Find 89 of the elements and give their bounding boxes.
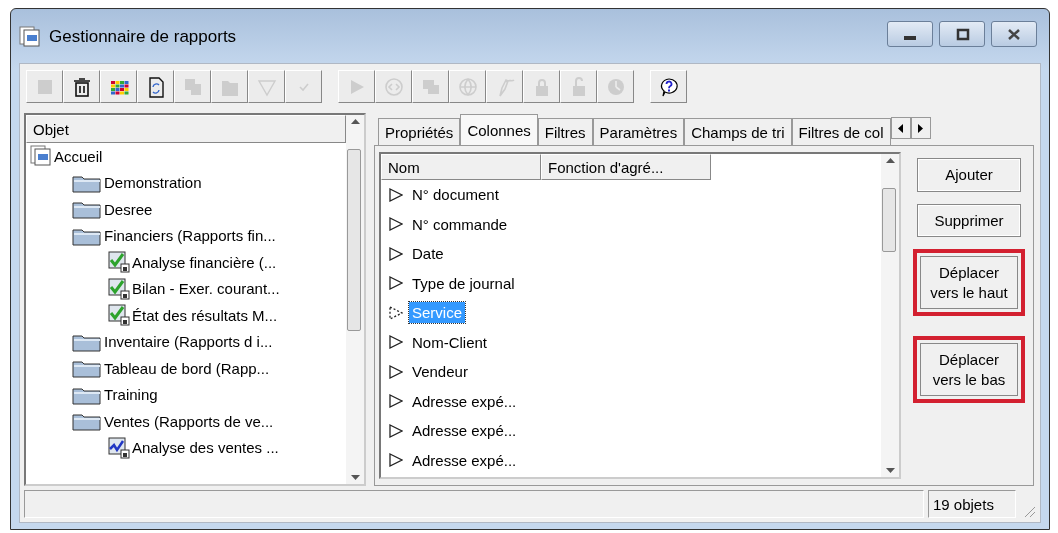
tree-item[interactable]: Demonstration <box>26 169 346 196</box>
tree-item[interactable]: Bilan - Exer. courant... <box>26 275 346 302</box>
toolbar-button[interactable] <box>650 70 687 103</box>
triangle-icon <box>389 364 403 379</box>
tree-item[interactable]: Ventes (Rapports de ve... <box>26 408 346 435</box>
tab[interactable]: Filtres <box>537 118 593 145</box>
scroll-thumb[interactable] <box>347 149 361 331</box>
list-item[interactable]: Vendeur <box>381 357 881 387</box>
status-count: 19 objets <box>928 490 1016 518</box>
left-arrow-icon <box>898 123 904 133</box>
folder-icon <box>72 411 102 432</box>
report-check-icon <box>108 277 130 300</box>
close-icon <box>1006 26 1022 42</box>
tab[interactable]: Filtres de col <box>791 118 891 145</box>
triangle-icon <box>389 423 403 438</box>
column-header[interactable]: Objet <box>26 115 346 143</box>
scroll-down-icon <box>350 475 360 480</box>
tree-item-label: Demonstration <box>104 174 202 192</box>
tab[interactable]: Propriétés <box>378 118 461 145</box>
tree-item-label: État des résultats M... <box>132 306 278 324</box>
checkmark-icon <box>298 81 309 92</box>
action-button[interactable]: Déplacer vers le haut <box>913 249 1025 316</box>
triangle-icon <box>389 246 403 261</box>
window-title: Gestionnaire de rapports <box>49 27 238 47</box>
action-button[interactable]: Ajouter <box>917 158 1021 192</box>
action-button[interactable]: Déplacer vers le bas <box>913 336 1025 403</box>
list-item[interactable]: N° document <box>381 180 881 210</box>
list-item[interactable]: Nom-Client <box>381 327 881 357</box>
tab-scroll-right-button[interactable] <box>910 117 931 139</box>
list-item[interactable]: Date <box>381 239 881 269</box>
triangle-icon <box>389 453 403 468</box>
globe-icon <box>456 75 479 98</box>
list-item[interactable]: Adresse expé... <box>381 445 881 475</box>
list-item[interactable]: Adresse expé... <box>381 386 881 416</box>
tree-item[interactable]: Desree <box>26 196 346 223</box>
tree-item-label: Financiers (Rapports fin... <box>104 227 276 245</box>
list-item[interactable]: Type de journal <box>381 268 881 298</box>
tree-item-label: Analyse des ventes ... <box>132 439 279 457</box>
column-header[interactable]: Fonction d'agré... <box>541 154 711 180</box>
tree-item[interactable]: Analyse financière (... <box>26 249 346 276</box>
triangle-icon <box>389 187 403 202</box>
close-button[interactable] <box>991 21 1037 47</box>
tree-item[interactable]: État des résultats M... <box>26 302 346 329</box>
maximize-button[interactable] <box>939 21 985 47</box>
column-header[interactable]: Nom <box>381 154 541 180</box>
tree-item-label: Accueil <box>54 147 103 165</box>
scroll-up-icon <box>885 158 895 163</box>
scroll-down-icon <box>885 468 895 473</box>
tab[interactable]: Colonnes <box>460 114 538 145</box>
tab[interactable]: Champs de tri <box>684 118 792 145</box>
action-button[interactable]: Supprimer <box>917 203 1021 237</box>
list-item[interactable]: Adresse expé... <box>381 416 881 446</box>
triangle-icon <box>389 335 403 350</box>
triangle-icon <box>389 217 403 232</box>
triangle-icon <box>389 305 403 320</box>
windows-icon <box>19 26 41 48</box>
toolbar-button[interactable] <box>137 70 174 103</box>
tree-item[interactable]: Accueil <box>26 143 346 170</box>
tree-item[interactable]: Inventaire (Rapports d i... <box>26 328 346 355</box>
code-circle-icon <box>382 75 405 98</box>
report-check-icon <box>108 304 130 327</box>
triangle-icon <box>389 276 403 291</box>
tree-item[interactable]: Financiers (Rapports fin... <box>26 222 346 249</box>
tree-item-label: Bilan - Exer. courant... <box>132 280 280 298</box>
maximize-icon <box>954 26 970 42</box>
tree-item-label: Analyse financière (... <box>132 253 277 271</box>
minimize-icon <box>904 36 916 40</box>
tree-item-label: Training <box>104 386 158 404</box>
tree-item[interactable]: Tableau de bord (Rapp... <box>26 355 346 382</box>
tree-item-label: Ventes (Rapports de ve... <box>104 412 274 430</box>
list-item[interactable]: N° commande <box>381 209 881 239</box>
tree-item-label: Tableau de bord (Rapp... <box>104 359 270 377</box>
tab[interactable]: Paramètres <box>592 118 685 145</box>
folder-icon <box>72 199 102 220</box>
tab-scroll-left-button[interactable] <box>890 117 911 139</box>
scroll-thumb[interactable] <box>882 188 896 252</box>
tree-item[interactable]: Training <box>26 381 346 408</box>
folder-icon <box>72 358 102 379</box>
tree-item-label: Inventaire (Rapports d i... <box>104 333 273 351</box>
scroll-up-icon <box>350 119 360 124</box>
report-chart-icon <box>108 436 130 459</box>
minimize-button[interactable] <box>887 21 933 47</box>
windows-icon <box>30 145 52 168</box>
report-check-icon <box>108 251 130 274</box>
right-arrow-icon <box>918 123 924 133</box>
toolbar-button[interactable] <box>63 70 100 103</box>
tree-item-label: Desree <box>104 200 153 218</box>
tree-item[interactable]: Analyse des ventes ... <box>26 434 346 461</box>
triangle-icon <box>389 394 403 409</box>
